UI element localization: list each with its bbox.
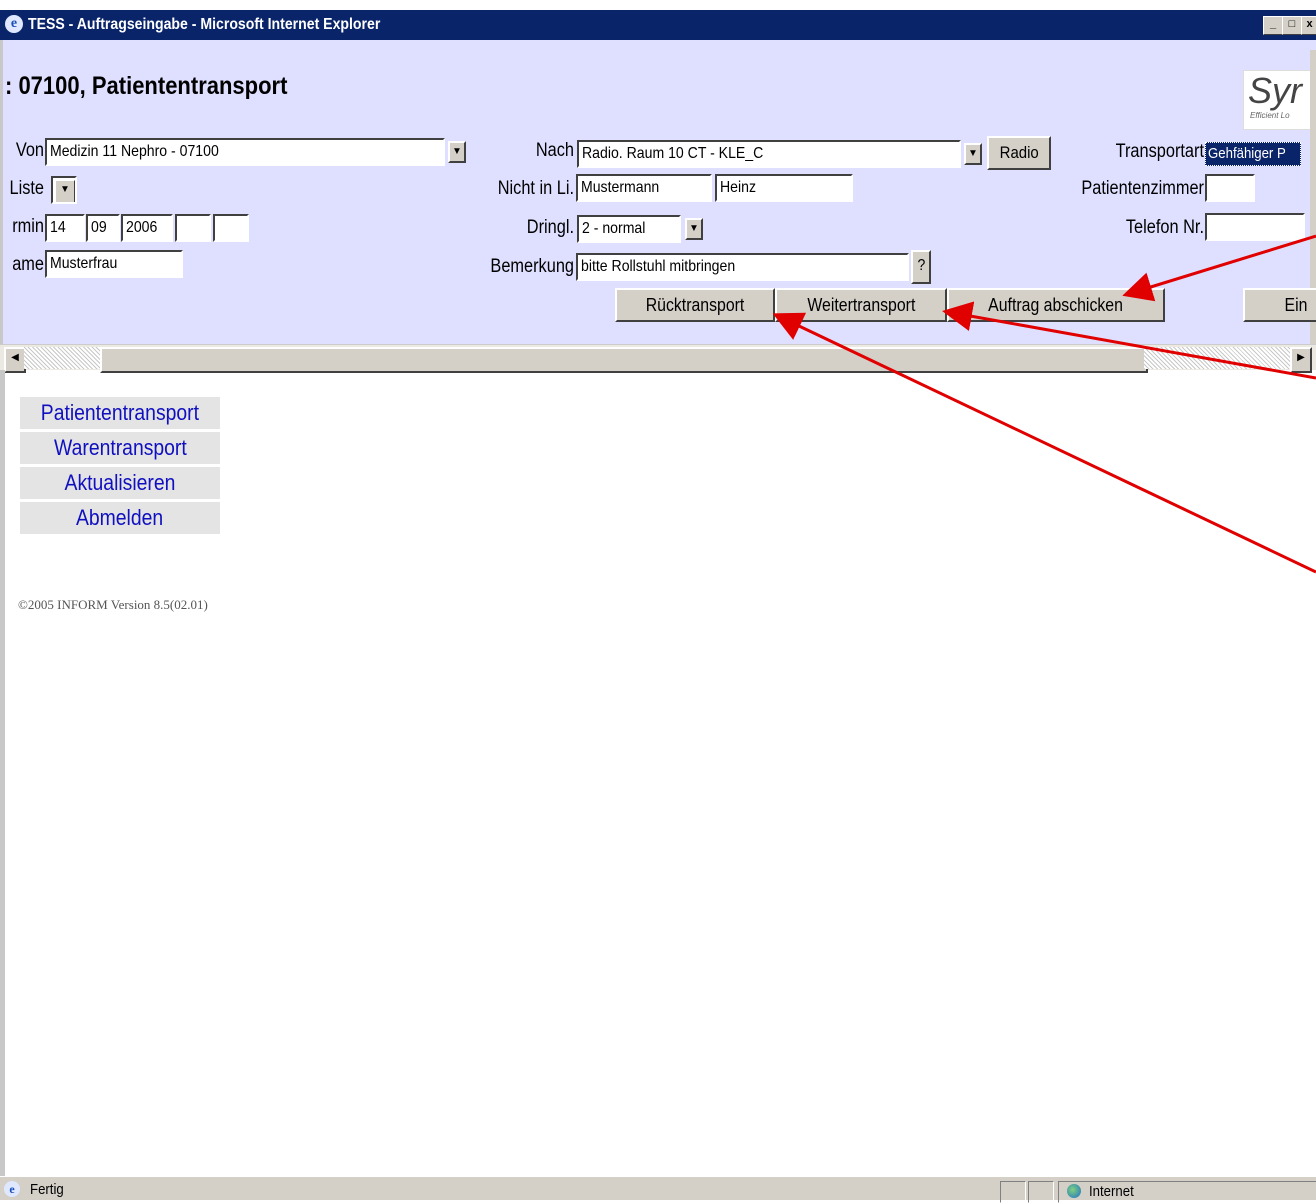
annotation-arrows xyxy=(772,234,1316,574)
arrow-to-weitertransport xyxy=(942,301,1316,380)
arrow-to-ruecktransport xyxy=(772,312,1316,574)
arrow-to-abschicken xyxy=(1122,234,1316,302)
